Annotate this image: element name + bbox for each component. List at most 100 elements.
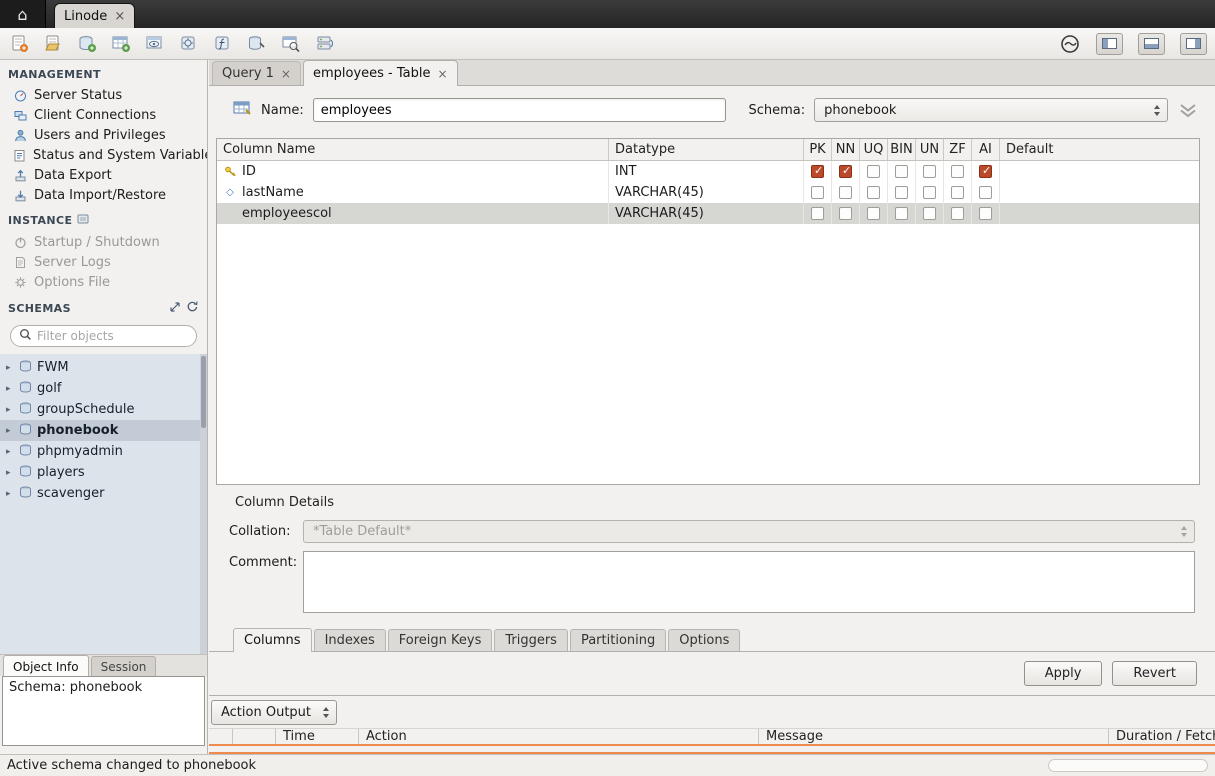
chevron-right-icon[interactable]: ▸ xyxy=(6,384,14,394)
tab-object-info[interactable]: Object Info xyxy=(3,655,89,677)
sidebar-item-users-and-privileges[interactable]: Users and Privileges xyxy=(0,125,207,145)
open-sql-script-icon[interactable] xyxy=(42,33,64,55)
collapse-editor-header-button[interactable] xyxy=(1177,102,1199,119)
tab-employees-table[interactable]: employees - Table × xyxy=(303,60,458,86)
new-view-icon[interactable] xyxy=(144,33,166,55)
schema-item-phpmyadmin[interactable]: ▸ phpmyadmin xyxy=(0,441,207,462)
datatype-cell[interactable]: VARCHAR(45) xyxy=(609,203,804,224)
table-row-id[interactable]: ID INT xyxy=(217,161,1199,182)
pk-checkbox[interactable] xyxy=(811,207,824,220)
schema-filter-input[interactable] xyxy=(37,329,188,343)
schema-scrollbar-thumb[interactable] xyxy=(201,356,206,428)
uq-checkbox[interactable] xyxy=(867,186,880,199)
connection-status-icon xyxy=(1059,33,1081,55)
new-procedure-icon[interactable] xyxy=(178,33,200,55)
revert-button[interactable]: Revert xyxy=(1112,661,1197,686)
new-query-tab-icon[interactable] xyxy=(8,33,30,55)
column-name-cell[interactable]: lastName xyxy=(242,185,304,200)
chevron-right-icon[interactable]: ▸ xyxy=(6,489,14,499)
schema-item-golf[interactable]: ▸ golf xyxy=(0,378,207,399)
bin-checkbox[interactable] xyxy=(895,186,908,199)
sidebar-item-client-connections[interactable]: Client Connections xyxy=(0,105,207,125)
subtab-options[interactable]: Options xyxy=(668,629,740,651)
un-checkbox[interactable] xyxy=(923,207,936,220)
ai-checkbox[interactable] xyxy=(979,207,992,220)
zf-checkbox[interactable] xyxy=(951,186,964,199)
close-icon[interactable]: × xyxy=(114,10,125,23)
schema-item-phonebook[interactable]: ▸ phonebook xyxy=(0,420,207,441)
sidebar-item-status-system-variables[interactable]: Status and System Variables xyxy=(0,145,207,165)
chevron-right-icon[interactable]: ▸ xyxy=(6,468,14,478)
schema-item-fwm[interactable]: ▸ FWM xyxy=(0,357,207,378)
home-tab-button[interactable]: ⌂ xyxy=(0,0,46,28)
chevron-right-icon[interactable]: ▸ xyxy=(6,426,14,436)
table-row-lastname[interactable]: ◇ lastName VARCHAR(45) xyxy=(217,182,1199,203)
bin-checkbox[interactable] xyxy=(895,207,908,220)
un-checkbox[interactable] xyxy=(923,186,936,199)
ai-checkbox[interactable] xyxy=(979,165,992,178)
toggle-secondary-panel-button[interactable] xyxy=(1180,33,1207,55)
default-cell[interactable] xyxy=(1000,161,1199,182)
inspect-table-icon[interactable] xyxy=(246,33,268,55)
ai-checkbox[interactable] xyxy=(979,186,992,199)
refresh-schemas-icon[interactable] xyxy=(186,300,199,316)
column-name-cell[interactable]: ID xyxy=(242,164,256,179)
horizontal-scrollbar[interactable] xyxy=(1048,759,1208,772)
sidebar-item-options-file[interactable]: Options File xyxy=(0,272,207,292)
datatype-cell[interactable]: VARCHAR(45) xyxy=(609,182,804,203)
sidebar-item-server-status[interactable]: Server Status xyxy=(0,85,207,105)
table-row-employeescol[interactable]: employeescol VARCHAR(45) xyxy=(217,203,1199,224)
subtab-triggers[interactable]: Triggers xyxy=(494,629,568,651)
new-schema-icon[interactable] xyxy=(76,33,98,55)
close-icon[interactable]: × xyxy=(438,68,448,80)
sidebar-item-data-export[interactable]: Data Export xyxy=(0,165,207,185)
output-selector[interactable]: Action Output xyxy=(211,700,337,725)
datatype-cell[interactable]: INT xyxy=(609,161,804,182)
tab-session[interactable]: Session xyxy=(91,656,157,676)
un-checkbox[interactable] xyxy=(923,165,936,178)
chevron-right-icon[interactable]: ▸ xyxy=(6,405,14,415)
schema-icon xyxy=(19,381,32,397)
pk-checkbox[interactable] xyxy=(811,165,824,178)
chevron-right-icon[interactable]: ▸ xyxy=(6,447,14,457)
comment-textarea[interactable] xyxy=(303,551,1195,613)
chevron-right-icon[interactable]: ▸ xyxy=(6,363,14,373)
sidebar-item-data-import[interactable]: Data Import/Restore xyxy=(0,185,207,205)
toggle-sidebar-panel-button[interactable] xyxy=(1096,33,1123,55)
nn-checkbox[interactable] xyxy=(839,207,852,220)
default-cell[interactable] xyxy=(1000,203,1199,224)
uq-checkbox[interactable] xyxy=(867,207,880,220)
schema-select[interactable]: phonebook xyxy=(814,98,1168,122)
default-cell[interactable] xyxy=(1000,182,1199,203)
connection-tab-linode[interactable]: Linode × xyxy=(54,3,135,28)
zf-checkbox[interactable] xyxy=(951,207,964,220)
schema-item-players[interactable]: ▸ players xyxy=(0,462,207,483)
subtab-foreign-keys[interactable]: Foreign Keys xyxy=(388,629,493,651)
column-name-cell[interactable]: employeescol xyxy=(242,206,332,221)
close-icon[interactable]: × xyxy=(281,68,291,80)
bin-checkbox[interactable] xyxy=(895,165,908,178)
nn-checkbox[interactable] xyxy=(839,165,852,178)
zf-checkbox[interactable] xyxy=(951,165,964,178)
schema-scrollbar[interactable] xyxy=(200,354,207,654)
subtab-columns[interactable]: Columns xyxy=(233,628,312,652)
new-function-icon[interactable] xyxy=(212,33,234,55)
pk-checkbox[interactable] xyxy=(811,186,824,199)
new-table-icon[interactable] xyxy=(110,33,132,55)
uq-checkbox[interactable] xyxy=(867,165,880,178)
search-data-icon[interactable] xyxy=(280,33,302,55)
subtab-indexes[interactable]: Indexes xyxy=(314,629,386,651)
sidebar-item-server-logs[interactable]: Server Logs xyxy=(0,252,207,272)
expand-schemas-icon[interactable] xyxy=(169,301,181,316)
sidebar-item-startup-shutdown[interactable]: Startup / Shutdown xyxy=(0,232,207,252)
tab-query-1[interactable]: Query 1 × xyxy=(212,61,301,85)
table-name-input[interactable] xyxy=(313,98,727,122)
schema-item-scavenger[interactable]: ▸ scavenger xyxy=(0,483,207,504)
reconnect-server-icon[interactable] xyxy=(314,33,336,55)
toggle-output-panel-button[interactable] xyxy=(1138,33,1165,55)
nn-checkbox[interactable] xyxy=(839,186,852,199)
apply-button[interactable]: Apply xyxy=(1024,661,1103,686)
subtab-partitioning[interactable]: Partitioning xyxy=(570,629,666,651)
schema-item-groupschedule[interactable]: ▸ groupSchedule xyxy=(0,399,207,420)
column-header: Datatype xyxy=(609,139,804,160)
